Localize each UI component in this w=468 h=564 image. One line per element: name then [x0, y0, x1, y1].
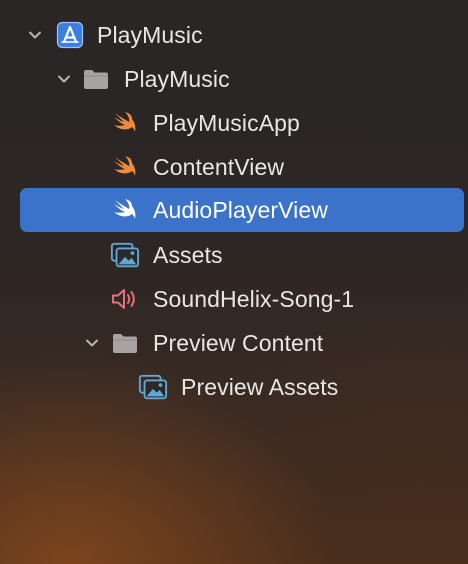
file-label: PlayMusicApp [153, 109, 300, 136]
file-label: SoundHelix-Song-1 [153, 285, 355, 312]
navigator-row-file[interactable]: SoundHelix-Song-1 [0, 277, 468, 321]
swift-file-icon [110, 152, 140, 182]
navigator-row-project[interactable]: PlayMusic [0, 13, 468, 57]
navigator-row-group-preview-content[interactable]: Preview Content [0, 321, 468, 365]
navigator-row-file-selected[interactable]: AudioPlayerView [0, 188, 468, 232]
folder-icon [110, 328, 140, 358]
folder-icon [81, 64, 111, 94]
chevron-down-icon[interactable] [26, 26, 44, 44]
group-label: PlayMusic [124, 65, 230, 92]
file-label: Preview Assets [181, 373, 339, 400]
navigator-row-file[interactable]: PlayMusicApp [0, 101, 468, 145]
file-label: AudioPlayerView [153, 196, 328, 223]
navigator-row-group-playmusic[interactable]: PlayMusic [0, 57, 468, 101]
chevron-down-icon[interactable] [83, 334, 101, 352]
file-label: ContentView [153, 153, 285, 180]
swift-file-icon [110, 195, 140, 225]
navigator-row-file[interactable]: Preview Assets [0, 365, 468, 409]
xcode-project-icon [55, 20, 85, 50]
chevron-down-icon[interactable] [55, 70, 73, 88]
group-label: Preview Content [153, 329, 324, 356]
asset-catalog-icon [110, 240, 140, 270]
project-navigator: PlayMusic PlayMusic PlayMusicApp Content… [0, 0, 468, 564]
file-label: Assets [153, 241, 223, 268]
navigator-row-file[interactable]: ContentView [0, 145, 468, 189]
project-label: PlayMusic [97, 21, 203, 48]
swift-file-icon [110, 108, 140, 138]
asset-catalog-icon [138, 372, 168, 402]
audio-file-icon [110, 284, 140, 314]
navigator-row-file[interactable]: Assets [0, 233, 468, 277]
